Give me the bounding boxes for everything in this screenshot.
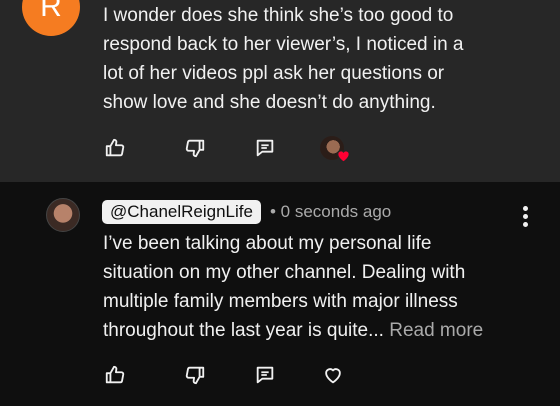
avatar[interactable]: R [22,0,80,36]
comment-text: I’ve been talking about my personal life… [103,229,543,345]
dislike-button[interactable] [180,360,210,390]
avatar[interactable] [46,198,80,232]
heart-button[interactable] [318,360,348,390]
heart-icon [337,150,350,163]
read-more-link[interactable]: Read more [384,320,483,341]
like-button[interactable] [100,133,130,163]
channel-handle[interactable]: @ChanelReignLife [102,200,261,224]
reply-button[interactable] [250,133,280,163]
reply-icon [256,139,274,157]
thumbs-up-icon [105,365,125,384]
thumbs-down-icon [185,139,205,158]
heart-icon [325,368,341,384]
more-options-icon[interactable] [516,204,534,230]
comment-card: R I wonder does she think she’s too good… [0,0,560,182]
creator-heart-badge [320,136,354,164]
reply-button[interactable] [250,360,280,390]
dislike-button[interactable] [180,133,210,163]
comment-text: I wonder does she think she’s too good t… [103,5,464,113]
comment-timestamp: • 0 seconds ago [270,202,392,221]
reply-icon [256,366,274,384]
like-button[interactable] [100,360,130,390]
thumbs-down-icon [185,366,205,385]
comment-actions [100,360,360,390]
thumbs-up-icon [105,138,125,157]
